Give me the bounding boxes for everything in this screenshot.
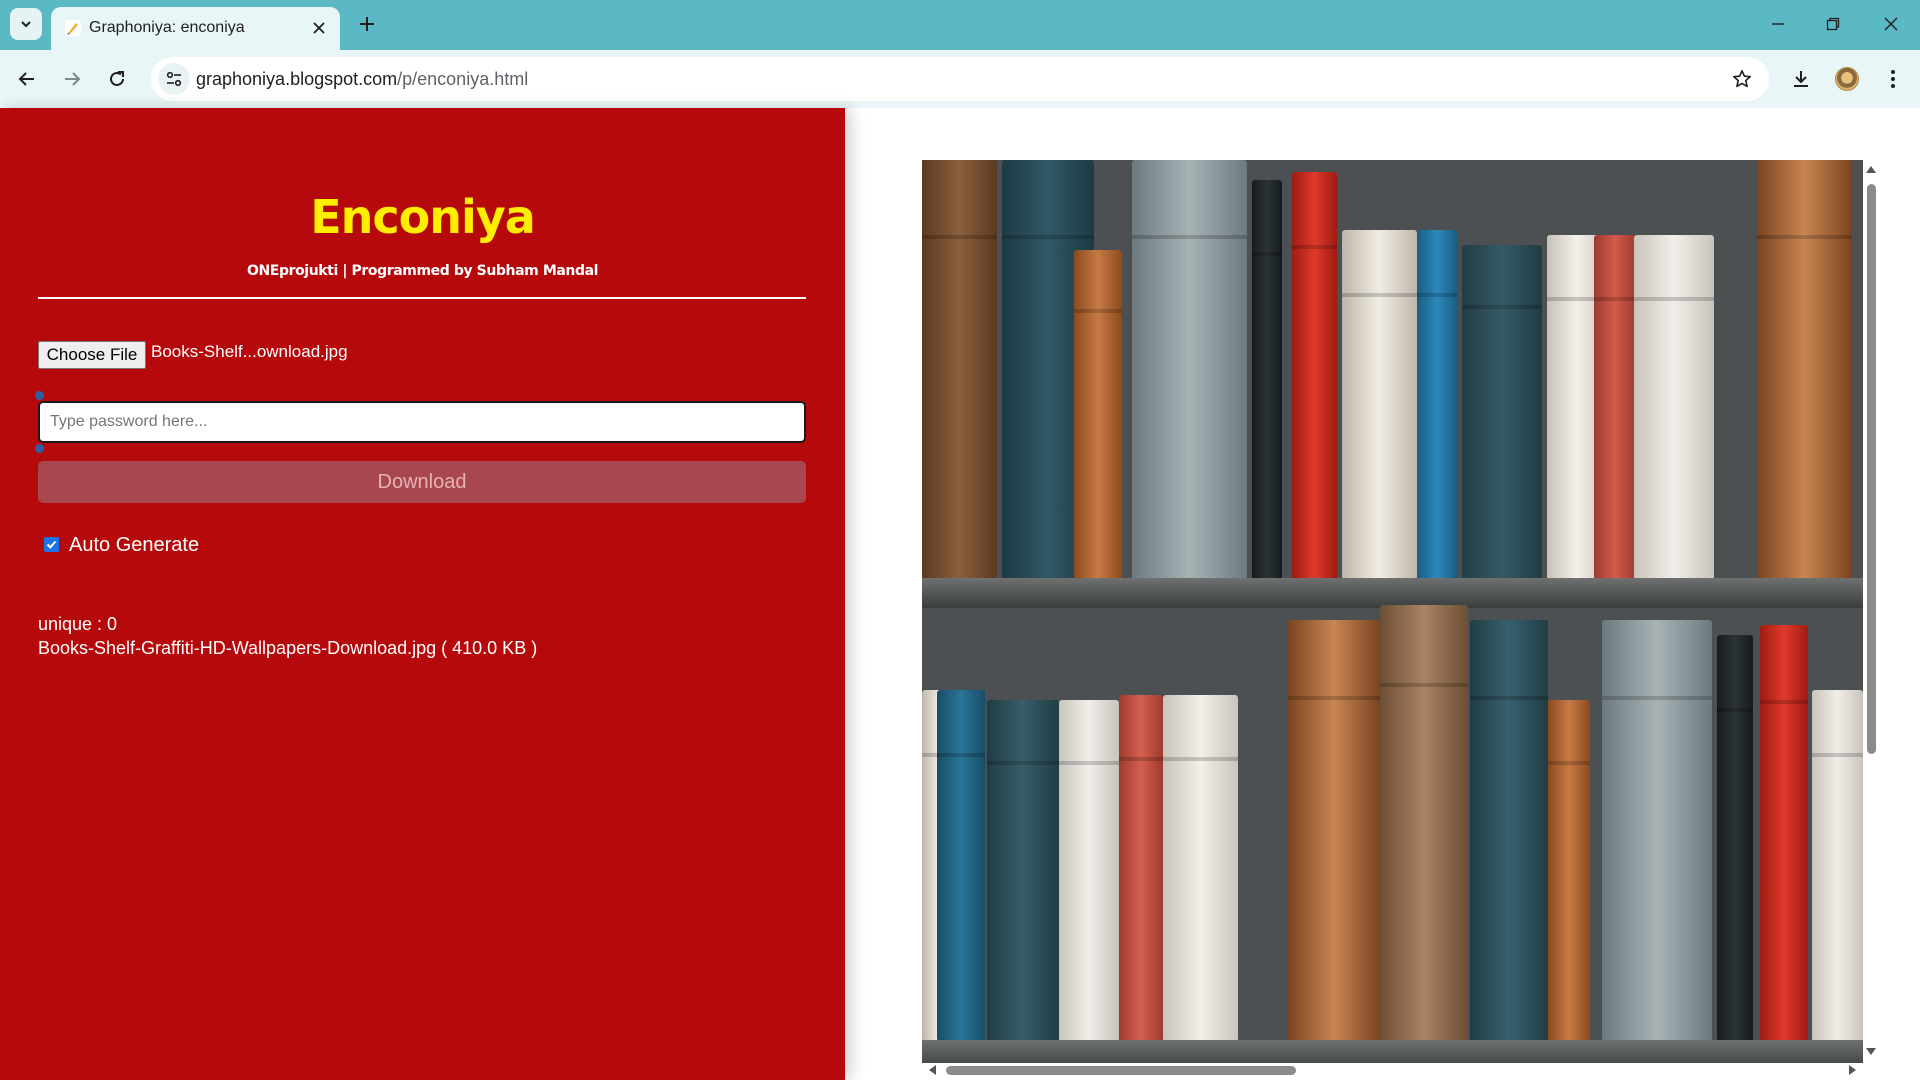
tab-search-button[interactable] [10, 8, 42, 40]
book [1594, 235, 1636, 578]
book [1760, 625, 1808, 1040]
forward-button[interactable] [55, 62, 89, 96]
checkmark-icon [46, 540, 57, 549]
password-input[interactable] [38, 401, 806, 443]
app-subtitle: ONEprojukti | Programmed by Subham Manda… [246, 263, 599, 279]
reload-button[interactable] [100, 62, 134, 96]
shelf [922, 1040, 1863, 1063]
preview-image [922, 160, 1863, 1063]
book [1417, 230, 1457, 578]
vertical-scroll-thumb[interactable] [1867, 184, 1876, 754]
back-button[interactable] [10, 62, 44, 96]
download-icon [1794, 71, 1808, 87]
book [1380, 605, 1468, 1040]
scroll-up-arrow-icon[interactable] [1866, 166, 1876, 173]
menu-button[interactable] [1876, 62, 1910, 96]
choose-file-button[interactable]: Choose File [38, 341, 146, 369]
close-icon [313, 22, 325, 34]
book [1288, 620, 1380, 1040]
bookmark-star-button[interactable] [1728, 65, 1756, 93]
url-text: graphoniya.blogspot.com/p/enconiya.html [196, 69, 529, 89]
auto-generate-checkbox[interactable] [44, 537, 59, 552]
reload-icon [110, 71, 124, 86]
browser-tab[interactable]: Graphoniya: enconiya [51, 7, 340, 50]
book [1812, 690, 1863, 1040]
minimize-button[interactable] [1758, 7, 1798, 41]
horizontal-scroll-thumb[interactable] [946, 1066, 1296, 1075]
downloads-button[interactable] [1784, 62, 1818, 96]
shelf [922, 578, 1863, 608]
book [1634, 235, 1714, 578]
more-vertical-icon [1891, 70, 1895, 88]
browser-toolbar: graphoniya.blogspot.com/p/enconiya.html [0, 50, 1920, 108]
app-title: Enconiya [310, 190, 536, 244]
book [1602, 620, 1712, 1040]
close-window-button[interactable] [1871, 7, 1911, 41]
selection-handle-bottom[interactable] [35, 444, 44, 453]
book [1757, 160, 1852, 578]
chevron-down-icon [21, 21, 31, 28]
book [1292, 172, 1337, 578]
pencil-favicon-icon [63, 18, 83, 38]
preview-horizontal-scrollbar[interactable] [922, 1063, 1863, 1077]
book [1059, 700, 1119, 1040]
scroll-right-arrow-icon[interactable] [1849, 1065, 1856, 1075]
book [1132, 160, 1247, 578]
preview-vertical-scrollbar[interactable] [1864, 160, 1878, 1063]
tab-title: Graphoniya: enconiya [89, 19, 245, 36]
site-info-button[interactable] [158, 63, 190, 95]
address-bar[interactable]: graphoniya.blogspot.com/p/enconiya.html [151, 57, 1769, 101]
book [1342, 230, 1417, 578]
book [1462, 245, 1542, 578]
book [1119, 695, 1163, 1040]
scroll-down-arrow-icon[interactable] [1866, 1048, 1876, 1055]
arrow-right-icon [65, 72, 81, 86]
encoder-panel: Enconiya ONEprojukti | Programmed by Sub… [0, 108, 845, 1080]
close-icon [1884, 17, 1898, 31]
unique-count-text: unique : 0 [38, 614, 118, 634]
download-button[interactable]: Download [38, 461, 806, 503]
restore-icon [1826, 17, 1840, 31]
selected-file-name: Books-Shelf...ownload.jpg [151, 342, 348, 361]
book [1548, 700, 1590, 1040]
book [1163, 695, 1238, 1040]
page-content: Enconiya ONEprojukti | Programmed by Sub… [0, 108, 1920, 1080]
selection-handle-top[interactable] [35, 391, 44, 400]
new-tab-button[interactable] [352, 9, 382, 39]
book [987, 700, 1059, 1040]
scroll-left-arrow-icon[interactable] [929, 1065, 936, 1075]
minimize-icon [1772, 23, 1784, 25]
book [1717, 635, 1753, 1040]
book [922, 160, 997, 578]
arrow-left-icon [18, 72, 34, 86]
plus-icon [360, 17, 374, 31]
tune-icon [166, 71, 182, 87]
profile-button[interactable] [1830, 62, 1864, 96]
auto-generate-label: Auto Generate [69, 534, 200, 556]
tab-close-button[interactable] [306, 15, 332, 41]
book [937, 690, 985, 1040]
book [1074, 250, 1122, 578]
star-icon [1733, 70, 1751, 88]
divider [38, 297, 806, 299]
browser-tab-bar: Graphoniya: enconiya [0, 0, 1920, 50]
avatar [1835, 67, 1859, 91]
book [1470, 620, 1548, 1040]
restore-button[interactable] [1813, 7, 1853, 41]
book [1252, 180, 1282, 578]
file-info-text: Books-Shelf-Graffiti-HD-Wallpapers-Downl… [38, 638, 538, 658]
